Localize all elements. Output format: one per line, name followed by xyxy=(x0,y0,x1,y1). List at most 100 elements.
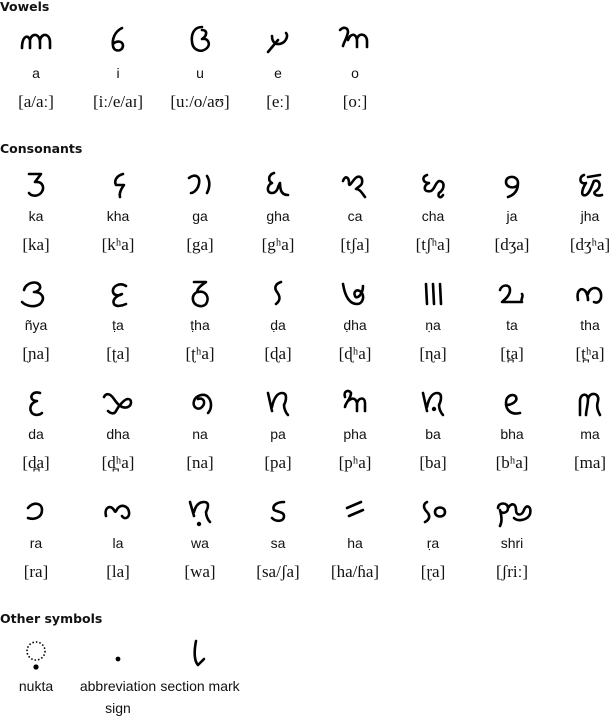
glyph-icon xyxy=(413,276,453,312)
glyph-icon xyxy=(16,385,56,421)
ddha-glyph xyxy=(341,282,365,306)
glyph-icon xyxy=(492,385,532,421)
transliteration: ma xyxy=(580,426,600,442)
ta-glyph xyxy=(498,284,524,304)
ga-glyph xyxy=(187,174,211,195)
glyph-icon xyxy=(258,276,298,312)
na-glyph xyxy=(192,393,213,415)
transliteration: u xyxy=(196,65,204,81)
transliteration: shri xyxy=(500,535,524,551)
pha-glyph xyxy=(343,389,367,413)
transliteration: ca xyxy=(347,208,363,224)
nya-glyph xyxy=(20,281,45,308)
glyph-icon xyxy=(335,167,375,203)
transliteration: bha xyxy=(500,426,524,442)
transliteration: jha xyxy=(580,208,600,224)
ba-glyph xyxy=(421,391,445,417)
transliteration: ṛa xyxy=(426,535,440,551)
ca-glyph xyxy=(341,175,367,199)
glyph-icon xyxy=(16,167,56,203)
a-letter-glyph xyxy=(20,33,52,50)
transliteration: kha xyxy=(106,208,130,224)
da-glyph xyxy=(29,391,44,417)
transliteration: ñya xyxy=(24,317,48,333)
glyph-icon xyxy=(180,494,220,530)
glyph-icon xyxy=(413,385,453,421)
glyph-icon xyxy=(258,167,298,203)
transliteration: ṭha xyxy=(190,317,210,333)
i-letter-glyph xyxy=(111,26,125,52)
nukta-glyph xyxy=(26,641,46,670)
glyph-icon xyxy=(16,637,56,673)
glyph-icon xyxy=(180,22,220,58)
shri-glyph xyxy=(496,502,532,528)
glyph-icon xyxy=(335,22,375,58)
glyph-icon xyxy=(180,167,220,203)
glyph-icon xyxy=(570,276,610,312)
transliteration: sa xyxy=(270,535,286,551)
transliteration: tha xyxy=(580,317,600,333)
ha-glyph xyxy=(345,500,365,518)
glyph-icon xyxy=(16,22,56,58)
glyph-icon xyxy=(492,494,532,530)
glyph-icon xyxy=(98,167,138,203)
transliteration: a xyxy=(32,65,40,81)
ipa-pronunciation: [t̪ʰa] xyxy=(575,344,605,363)
glyph-icon xyxy=(98,494,138,530)
transliteration: o xyxy=(351,65,359,81)
nna-glyph xyxy=(424,282,443,306)
kha-glyph xyxy=(113,172,126,199)
ra-glyph xyxy=(26,502,44,521)
glyph-icon xyxy=(492,276,532,312)
u-letter-glyph xyxy=(190,25,211,52)
gha-glyph xyxy=(266,171,290,197)
cha-glyph xyxy=(422,173,445,199)
transliteration: ṇa xyxy=(425,317,441,333)
transliteration: pa xyxy=(270,426,286,442)
pa-glyph xyxy=(266,391,290,417)
abbreviation-sign-glyph xyxy=(115,656,121,662)
bha-glyph xyxy=(504,393,522,415)
glyph-icon xyxy=(570,385,610,421)
glyph-icon xyxy=(98,637,138,673)
tha-glyph xyxy=(576,286,603,304)
symbol-label: section mark xyxy=(160,678,240,694)
jha-glyph xyxy=(579,173,604,197)
dha-glyph xyxy=(102,392,133,415)
ipa-pronunciation: [ma] xyxy=(573,453,607,472)
tta-glyph xyxy=(111,283,128,308)
glyph-icon xyxy=(258,22,298,58)
glyph-icon xyxy=(98,22,138,58)
o-letter-glyph xyxy=(338,26,369,49)
dda-glyph xyxy=(274,280,283,306)
consonants-section-title: Consonants xyxy=(0,141,83,156)
transliteration: pha xyxy=(343,426,367,442)
glyph-icon xyxy=(258,494,298,530)
glyph-icon xyxy=(335,494,375,530)
e-letter-glyph xyxy=(266,31,289,54)
transliteration: e xyxy=(274,65,282,81)
vowels-section-title: Vowels xyxy=(0,0,50,14)
glyph-icon xyxy=(180,276,220,312)
transliteration: ra xyxy=(29,535,43,551)
glyph-icon xyxy=(258,385,298,421)
ma-glyph xyxy=(578,392,602,417)
other-symbols-section-title: Other symbols xyxy=(0,611,103,626)
transliteration: la xyxy=(112,535,124,551)
transliteration: ha xyxy=(347,535,363,551)
glyph-icon xyxy=(492,167,532,203)
glyph-icon xyxy=(335,276,375,312)
transliteration: na xyxy=(192,426,208,442)
transliteration: ga xyxy=(192,208,208,224)
glyph-icon xyxy=(180,637,220,673)
glyph-icon xyxy=(413,167,453,203)
glyph-icon xyxy=(16,494,56,530)
ja-glyph xyxy=(504,175,520,199)
glyph-icon xyxy=(570,167,610,203)
glyph-icon xyxy=(98,385,138,421)
section-mark-glyph xyxy=(193,639,206,667)
transliteration: ja xyxy=(506,208,518,224)
transliteration: ka xyxy=(28,208,44,224)
transliteration: cha xyxy=(421,208,445,224)
transliteration: i xyxy=(116,65,120,81)
